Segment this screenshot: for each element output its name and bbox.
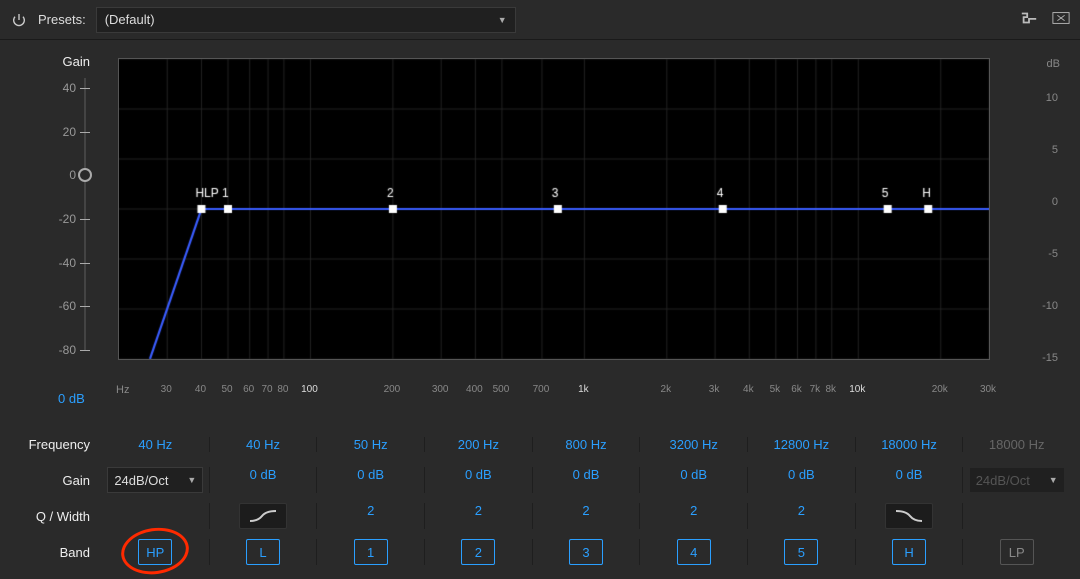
db-unit: dB [1047,58,1060,70]
x-axis: Hz 3040506070801002003004005007001k2k3k4… [118,384,1010,404]
shelf-shape-high-button[interactable] [885,503,933,529]
band-gain-value[interactable]: 0 dB [680,467,707,482]
q-row-label: Q / Width [10,509,102,524]
gain-tick-label: 0 [69,168,76,182]
band-gain-value[interactable]: 0 dB [465,467,492,482]
band-gain-value[interactable]: 0 dB [357,467,384,482]
gain-slider-knob[interactable] [78,168,92,182]
gain-row-label: Gain [10,473,102,488]
band-button-l[interactable]: L [246,539,280,565]
gain-slider-value: 0 dB [58,391,85,406]
band-q-value[interactable]: 2 [690,503,697,518]
band-q-value[interactable]: 2 [798,503,805,518]
band-freq-value[interactable]: 3200 Hz [669,437,717,452]
band-gain-value[interactable]: 0 dB [573,467,600,482]
power-button[interactable] [10,11,28,29]
band-row-label: Band [10,545,102,560]
gain-tick-label: -60 [59,299,76,313]
band-button-lp[interactable]: LP [1000,539,1034,565]
band-button-h[interactable]: H [892,539,926,565]
gain-tick-label: 40 [63,81,76,95]
band-q-value[interactable]: 2 [367,503,374,518]
top-bar: Presets: (Default) ▼ [0,0,1080,40]
band-button-hp[interactable]: HP [138,539,172,565]
preset-value: (Default) [105,12,155,27]
gain-tick-label: -80 [59,343,76,357]
band-button-4[interactable]: 4 [677,539,711,565]
close-icon[interactable] [1052,11,1070,28]
freq-row-label: Frequency [10,437,102,452]
presets-label: Presets: [38,12,86,27]
shelf-shape-low-button[interactable] [239,503,287,529]
gain-tick-label: -20 [59,212,76,226]
band-freq-value[interactable]: 50 Hz [354,437,388,452]
band-button-1[interactable]: 1 [354,539,388,565]
right-db-axis: dB 1050-5-10-15 [1015,58,1070,380]
gain-axis-label: Gain [63,54,90,69]
band-gain-value[interactable]: 0 dB [896,467,923,482]
band-gain-value[interactable]: 0 dB [788,467,815,482]
band-freq-value[interactable]: 40 Hz [138,437,172,452]
band-freq-value[interactable]: 18000 Hz [989,437,1045,452]
band-freq-value[interactable]: 200 Hz [458,437,499,452]
band-q-value[interactable]: 2 [475,503,482,518]
band-button-2[interactable]: 2 [461,539,495,565]
eq-plot[interactable]: dB 1050-5-10-15 Hz 304050607080100200300… [118,58,1010,380]
band-freq-value[interactable]: 40 Hz [246,437,280,452]
band-button-3[interactable]: 3 [569,539,603,565]
gain-tick-label: -40 [59,256,76,270]
band-freq-value[interactable]: 800 Hz [565,437,606,452]
band-button-5[interactable]: 5 [784,539,818,565]
band-freq-value[interactable]: 12800 Hz [774,437,830,452]
gain-slider-column: Gain 40200-20-40-60-80 0 dB [0,40,100,380]
band-params: Frequency 40 Hz 40 Hz 50 Hz 200 Hz 800 Hz 3200… [0,426,1080,570]
gain-tick-label: 20 [63,125,76,139]
hz-unit: Hz [116,384,129,396]
band-q-value[interactable]: 2 [582,503,589,518]
preset-select[interactable]: (Default) ▼ [96,7,516,33]
band-gain-value[interactable]: 0 dB [250,467,277,482]
gain-slider-track[interactable] [84,78,86,350]
slope-select[interactable]: 24dB/Oct▼ [107,467,203,493]
sidechain-icon[interactable] [1020,11,1038,28]
chevron-down-icon: ▼ [498,15,507,25]
slope-select[interactable]: 24dB/Oct▼ [969,467,1065,493]
band-freq-value[interactable]: 18000 Hz [881,437,937,452]
